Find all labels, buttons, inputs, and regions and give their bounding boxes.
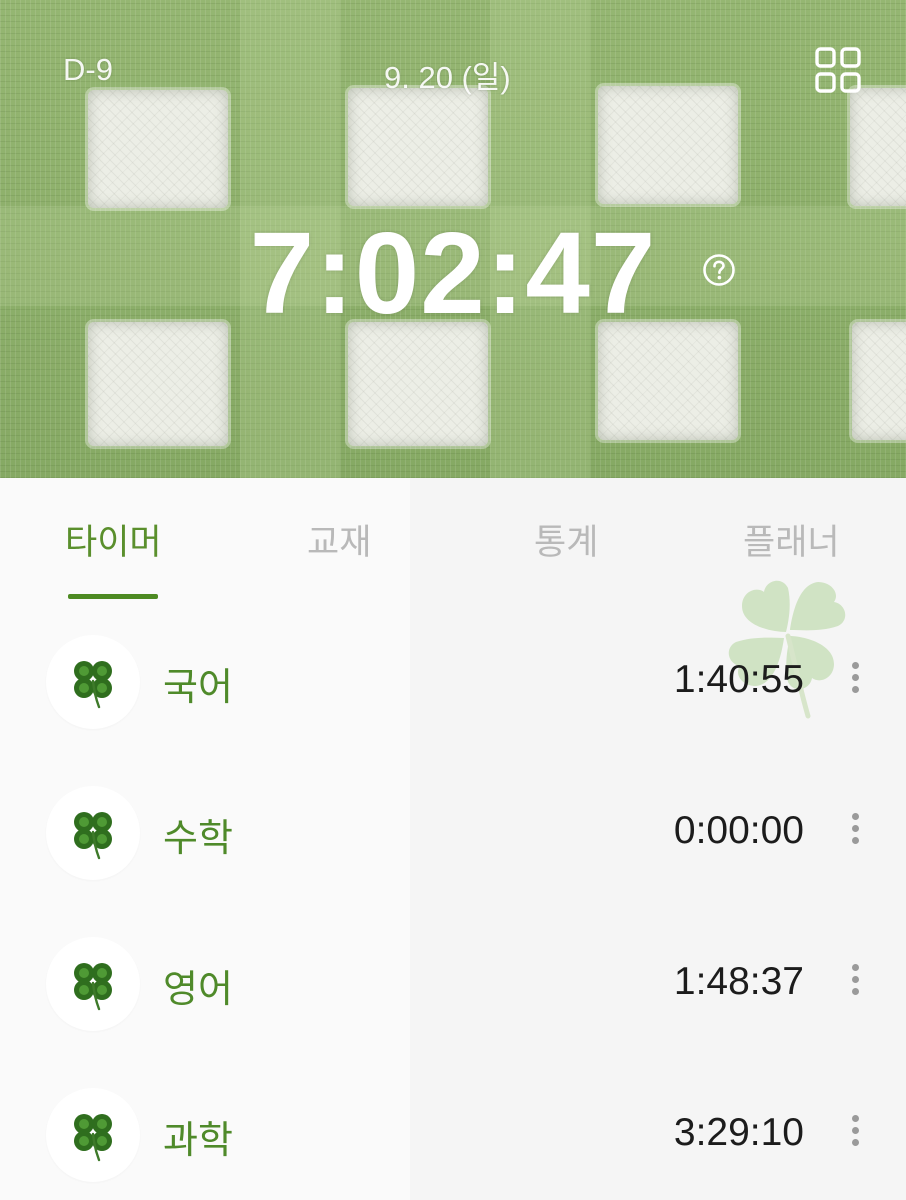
more-options-icon[interactable]: [848, 1115, 862, 1155]
tab-bar: 타이머 교재 통계 플래너: [0, 478, 906, 603]
date-label: 9. 20 (일): [384, 60, 511, 95]
subject-avatar: [46, 786, 140, 880]
clover-icon: [74, 1114, 112, 1162]
subject-time: 1:48:37: [673, 960, 804, 1003]
subject-row[interactable]: 국어 1:40:55: [0, 632, 906, 732]
background-tile: [348, 88, 488, 206]
dday-label: D-9: [63, 52, 113, 87]
clover-icon: [74, 661, 112, 709]
background-tile: [598, 86, 738, 204]
more-options-icon[interactable]: [848, 964, 862, 1004]
total-study-time: 7:02:47: [249, 208, 657, 338]
clover-icon: [74, 963, 112, 1011]
more-options-icon[interactable]: [848, 813, 862, 853]
subject-avatar: [46, 1088, 140, 1182]
subject-time: 3:29:10: [673, 1111, 804, 1154]
subject-avatar: [46, 937, 140, 1031]
subject-row[interactable]: 수학 0:00:00: [0, 783, 906, 883]
active-tab-indicator: [68, 594, 158, 599]
tab-statistics[interactable]: 통계: [534, 514, 598, 565]
subject-time: 1:40:55: [673, 658, 804, 701]
subject-row[interactable]: 영어 1:48:37: [0, 934, 906, 1034]
subject-time: 0:00:00: [673, 809, 804, 852]
background-tile: [850, 88, 906, 206]
clover-icon: [74, 812, 112, 860]
subject-name[interactable]: 수학: [163, 807, 233, 862]
tab-timer[interactable]: 타이머: [65, 514, 162, 565]
background-tile: [88, 90, 228, 208]
help-circle-icon[interactable]: [702, 253, 736, 287]
more-options-icon[interactable]: [848, 662, 862, 702]
subject-name[interactable]: 국어: [163, 656, 233, 711]
timer-header: D-9 9. 20 (일) 7:02:47: [0, 0, 906, 478]
subject-name[interactable]: 과학: [163, 1109, 233, 1164]
subject-name[interactable]: 영어: [163, 958, 233, 1013]
tab-textbook[interactable]: 교재: [307, 514, 371, 565]
background-tile: [88, 322, 228, 446]
background-tile: [348, 322, 488, 446]
subject-avatar: [46, 635, 140, 729]
tab-planner[interactable]: 플래너: [743, 514, 840, 565]
grid-icon[interactable]: [814, 46, 862, 94]
subject-row[interactable]: 과학 3:29:10: [0, 1085, 906, 1185]
